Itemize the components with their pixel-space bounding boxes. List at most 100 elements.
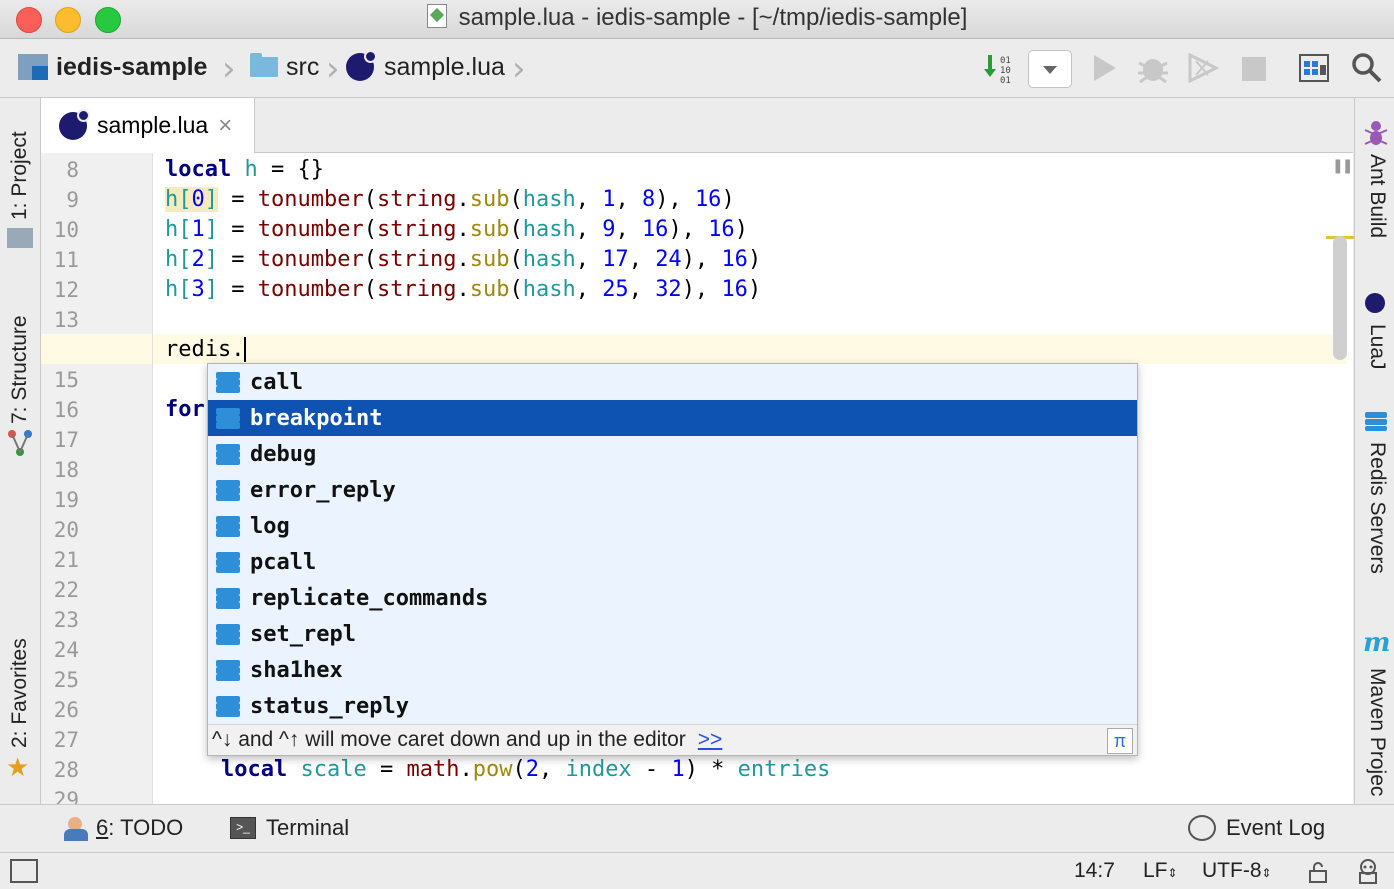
bottom-tool-bar: 6: TODO >_ Terminal Event Log [0,804,1394,853]
structure-tab-label: 7: Structure [8,315,31,424]
status-bar: 14:7 LF⇕ UTF-8⇕ [0,852,1394,889]
completion-item-label: debug [250,441,317,467]
completion-popup: call breakpoint debug error_replylog pcall re… [207,363,1138,756]
project-folder-icon [7,228,33,248]
coverage-icon[interactable] [1186,51,1220,85]
todo-tool-tab[interactable]: 6: TODO [62,815,183,841]
caret-position[interactable]: 14:7 [1074,859,1115,883]
run-icon[interactable] [1088,51,1122,85]
database-io-icon[interactable]: 01 10 01 [982,51,1016,86]
project-structure-icon[interactable] [1298,51,1332,85]
line-number: 9 [66,188,79,212]
code-line-8: local h = {} [165,157,324,182]
completion-item[interactable]: error_reply [208,472,1137,508]
caret-row-gutter-highlight [41,334,152,364]
line-number: 13 [53,308,79,332]
line-number: 10 [53,218,79,242]
event-log-tool-tab[interactable]: Event Log [1188,815,1325,841]
svg-text:01: 01 [1000,76,1011,85]
completion-item[interactable]: debug [208,436,1137,472]
code-line-28: local scale = math.pow(2, index - 1) * e… [221,757,831,782]
breadcrumb-project[interactable]: iedis-sample [18,51,207,83]
completion-more-link[interactable]: >> [698,728,723,752]
completion-item[interactable]: breakpoint [208,400,1137,436]
folder-icon [250,53,278,77]
pi-icon[interactable]: π [1107,728,1133,754]
completion-hint-text: ^↓ and ^↑ will move caret down and up in… [212,728,686,751]
luaj-icon [1365,293,1385,313]
breadcrumb-folder[interactable]: src [250,51,319,83]
redis-icon [214,478,242,502]
breadcrumb-separator-icon: › [222,49,236,89]
code-line-12: h[3] = tonumber(string.sub(hash, 25, 32)… [165,277,762,302]
line-separator-widget[interactable]: LF⇕ [1143,859,1178,883]
completion-item-label: replicate_commands [250,585,489,611]
line-number: 22 [53,578,79,602]
code-line-11: h[2] = tonumber(string.sub(hash, 17, 24)… [165,247,762,272]
line-number: 28 [53,758,79,782]
redis-icon [1363,410,1389,436]
line-number: 25 [53,668,79,692]
search-icon[interactable] [1350,51,1384,85]
speech-bubble-icon [1188,815,1216,841]
redis-icon [214,586,242,610]
svg-text:10: 10 [1000,66,1011,76]
right-tool-stripe: Ant Build LuaJ Redis Servers m Maven Pro… [1354,98,1394,804]
window-title: sample.lua - iedis-sample - [~/tmp/iedis… [0,4,1394,32]
close-tab-icon[interactable]: × [218,112,232,140]
ant-build-label: Ant Build [1366,154,1389,239]
editor-tab-bar: sample.lua × [41,98,1353,153]
completion-item-label: set_repl [250,621,356,647]
line-number: 21 [53,548,79,572]
terminal-label: Terminal [266,815,350,840]
line-number: 11 [53,248,79,272]
completion-item[interactable]: sha1hex [208,652,1137,688]
breadcrumb-file[interactable]: sample.lua [346,50,505,83]
line-number: 24 [53,638,79,662]
completion-item[interactable]: status_reply [208,688,1137,724]
line-number: 16 [53,398,79,422]
completion-item-label: breakpoint [250,405,383,431]
completion-item-label: sha1hex [250,657,343,683]
editor-scrollbar[interactable] [1333,236,1347,360]
lua-icon [59,108,90,140]
redis-icon [214,550,242,574]
svg-text:01: 01 [1000,56,1011,66]
line-number: 8 [66,158,79,182]
breadcrumb-folder-label: src [286,52,320,81]
stop-icon[interactable] [1238,51,1272,85]
completion-item[interactable]: log [208,508,1137,544]
completion-item[interactable]: replicate_commands [208,580,1137,616]
favorites-tab-label: 2: Favorites [8,638,31,748]
redis-icon [214,622,242,646]
line-number: 23 [53,608,79,632]
line-number: 26 [53,698,79,722]
encoding-widget[interactable]: UTF-8⇕ [1202,859,1272,883]
redis-icon [214,514,242,538]
completion-item[interactable]: pcall [208,544,1137,580]
todo-label: : TODO [108,815,184,840]
tool-windows-toggle-icon[interactable] [10,859,38,883]
line-number: 12 [53,278,79,302]
tab-sample-lua[interactable]: sample.lua × [41,98,255,153]
lock-icon[interactable] [1308,861,1328,887]
completion-item-label: status_reply [250,693,409,719]
completion-item[interactable]: call [208,364,1137,400]
updown-arrows-icon: ⇕ [1167,866,1178,880]
completion-item[interactable]: set_repl [208,616,1137,652]
pause-icon[interactable]: ❚❚ [1332,158,1354,174]
debug-icon[interactable] [1136,51,1170,85]
lua-file-icon [426,4,447,28]
line-number: 18 [53,458,79,482]
run-config-dropdown[interactable] [1028,50,1072,88]
inspector-icon[interactable] [1354,857,1382,889]
encoding-label: UTF-8 [1202,859,1262,882]
line-number: 19 [53,488,79,512]
star-icon: ★ [6,753,30,783]
tab-label: sample.lua [97,112,209,138]
completion-item-label: log [250,513,290,539]
completion-hint-bar: ^↓ and ^↑ will move caret down and up in… [208,724,1137,755]
redis-icon [214,694,242,718]
terminal-tool-tab[interactable]: >_ Terminal [230,815,349,841]
navigation-bar: iedis-sample › src › sample.lua › 01 10 01 [0,39,1394,98]
